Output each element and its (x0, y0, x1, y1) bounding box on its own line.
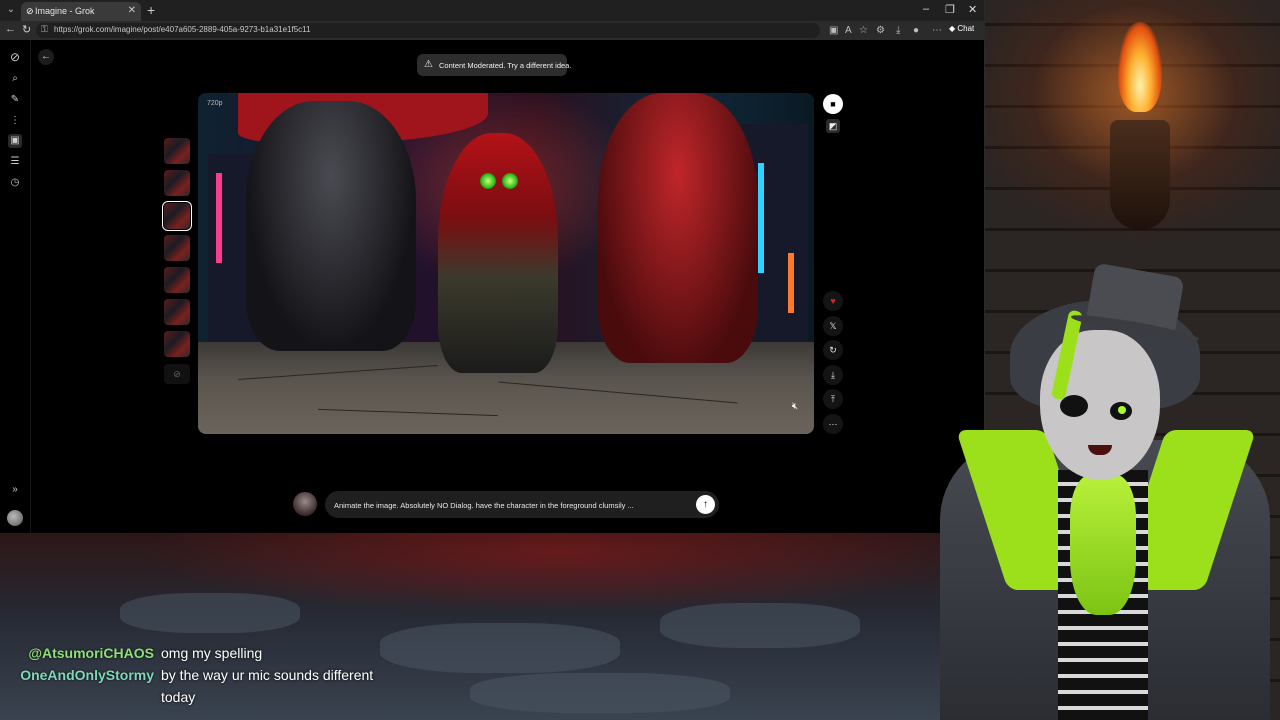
library-icon[interactable]: ☰ (8, 155, 22, 169)
toast-message: Content Moderated. Try a different idea. (439, 61, 572, 70)
site-info-icon[interactable]: ⚿ (41, 24, 48, 35)
generated-image[interactable]: 720p 🔇︎ (198, 93, 814, 434)
history-icon[interactable]: ◷ (8, 176, 22, 190)
restore-icon[interactable]: ❐ (945, 3, 955, 16)
chat-username: @AtsumoriCHAOS (28, 645, 154, 661)
url-text: https://grok.com/imagine/post/e407a605-2… (54, 25, 311, 34)
prompt-input[interactable]: Animate the image. Absolutely NO Dialog.… (325, 491, 719, 518)
read-aloud-icon[interactable]: A (845, 25, 852, 36)
tab-close-icon[interactable]: ✕ (128, 5, 136, 16)
tab-actions-icon[interactable]: ⌄ (4, 3, 18, 17)
warning-icon: ⚠ (424, 59, 433, 70)
user-avatar[interactable] (7, 510, 23, 526)
thumbnail[interactable] (164, 235, 190, 261)
browser-tab[interactable]: ⊘ Imagine - Grok ✕ (21, 2, 141, 21)
profile-icon[interactable]: ● (913, 25, 919, 36)
more-options-icon[interactable]: ⋯ (823, 414, 843, 434)
stream-chat-overlay: @AtsumoriCHAOS omg my spelling OneAndOnl… (0, 645, 500, 711)
copilot-chat-button[interactable]: ◆ Chat (949, 24, 974, 33)
hidden-content-icon[interactable]: ⊘ (164, 364, 190, 384)
app-available-icon[interactable]: ▣ (829, 25, 838, 36)
chevrons-right-icon[interactable]: » (8, 483, 22, 497)
chat-message-continuation: today (0, 689, 500, 711)
back-icon[interactable]: ← (5, 23, 16, 35)
torch-bracket (1110, 120, 1170, 230)
like-heart-icon[interactable]: ♥ (823, 291, 843, 311)
video-mode-button[interactable]: ■ (823, 94, 843, 114)
regenerate-icon[interactable]: ↻ (823, 340, 843, 360)
thumbnail-selected[interactable] (162, 201, 192, 231)
tab-title: Imagine - Grok (35, 6, 95, 16)
chat-text: by the way ur mic sounds different (161, 667, 374, 683)
thumbnail[interactable] (164, 170, 190, 196)
thumbnail[interactable] (164, 138, 190, 164)
thumbnail[interactable] (164, 331, 190, 357)
copilot-chat-label: Chat (957, 24, 975, 33)
torch-flame (1118, 22, 1162, 112)
vtuber-avatar (940, 262, 1270, 720)
search-icon[interactable]: ⌕ (8, 72, 22, 86)
new-tab-icon[interactable]: + (147, 2, 155, 18)
browser-window: ⌄ ⊘ Imagine - Grok ✕ + – ❐ ✕ ← ↻ ⚿ https… (0, 0, 985, 533)
thumbnail[interactable] (164, 267, 190, 293)
image-mode-button[interactable]: ◩ (826, 119, 840, 133)
reload-icon[interactable]: ↻ (22, 23, 31, 36)
prompt-text: Animate the image. Absolutely NO Dialog.… (334, 501, 634, 510)
window-close-icon[interactable]: ✕ (968, 3, 977, 16)
moderation-toast: ⚠ Content Moderated. Try a different ide… (417, 54, 571, 76)
back-button[interactable]: ← (38, 49, 54, 65)
chat-message: OneAndOnlyStormy by the way ur mic sound… (0, 667, 500, 689)
extensions-icon[interactable]: ⚙ (876, 25, 885, 36)
edit-icon[interactable]: ✎ (8, 93, 22, 107)
figure-right (598, 93, 758, 363)
grok-logo-icon[interactable]: ⊘ (8, 50, 22, 64)
more-menu-icon[interactable]: ⋯ (932, 25, 942, 36)
download-icon[interactable]: ⤓ (823, 365, 843, 385)
chat-username: OneAndOnlyStormy (20, 667, 154, 683)
tab-bar: ⌄ ⊘ Imagine - Grok ✕ + – ❐ ✕ (0, 0, 984, 21)
voice-icon[interactable]: ⋮ (8, 114, 22, 128)
chat-text: today (161, 689, 196, 705)
url-field[interactable]: ⚿ https://grok.com/imagine/post/e407a605… (36, 23, 820, 38)
minimize-icon[interactable]: – (923, 3, 929, 15)
share-x-icon[interactable]: 𝕏 (823, 316, 843, 336)
mute-icon[interactable]: 🔇︎ (788, 400, 802, 414)
send-arrow-icon[interactable]: ↑ (696, 495, 715, 514)
imagine-icon[interactable]: ▣ (8, 134, 22, 148)
figure-foreground (438, 133, 558, 373)
resolution-badge: 720p (207, 100, 223, 107)
address-bar: ← ↻ ⚿ https://grok.com/imagine/post/e407… (0, 21, 984, 40)
upload-icon[interactable]: ⤒ (823, 389, 843, 409)
figure-left (246, 101, 416, 351)
prompt-source-thumbnail[interactable] (293, 492, 317, 516)
chat-message: @AtsumoriCHAOS omg my spelling (0, 645, 500, 667)
downloads-icon[interactable]: ⤓ (896, 25, 900, 36)
thumbnail[interactable] (164, 299, 190, 325)
chat-text: omg my spelling (161, 645, 263, 661)
grok-sidebar: ⊘ ⌕ ✎ ⋮ ▣ ☰ ◷ » (0, 40, 31, 533)
favorite-star-icon[interactable]: ☆ (859, 25, 868, 36)
